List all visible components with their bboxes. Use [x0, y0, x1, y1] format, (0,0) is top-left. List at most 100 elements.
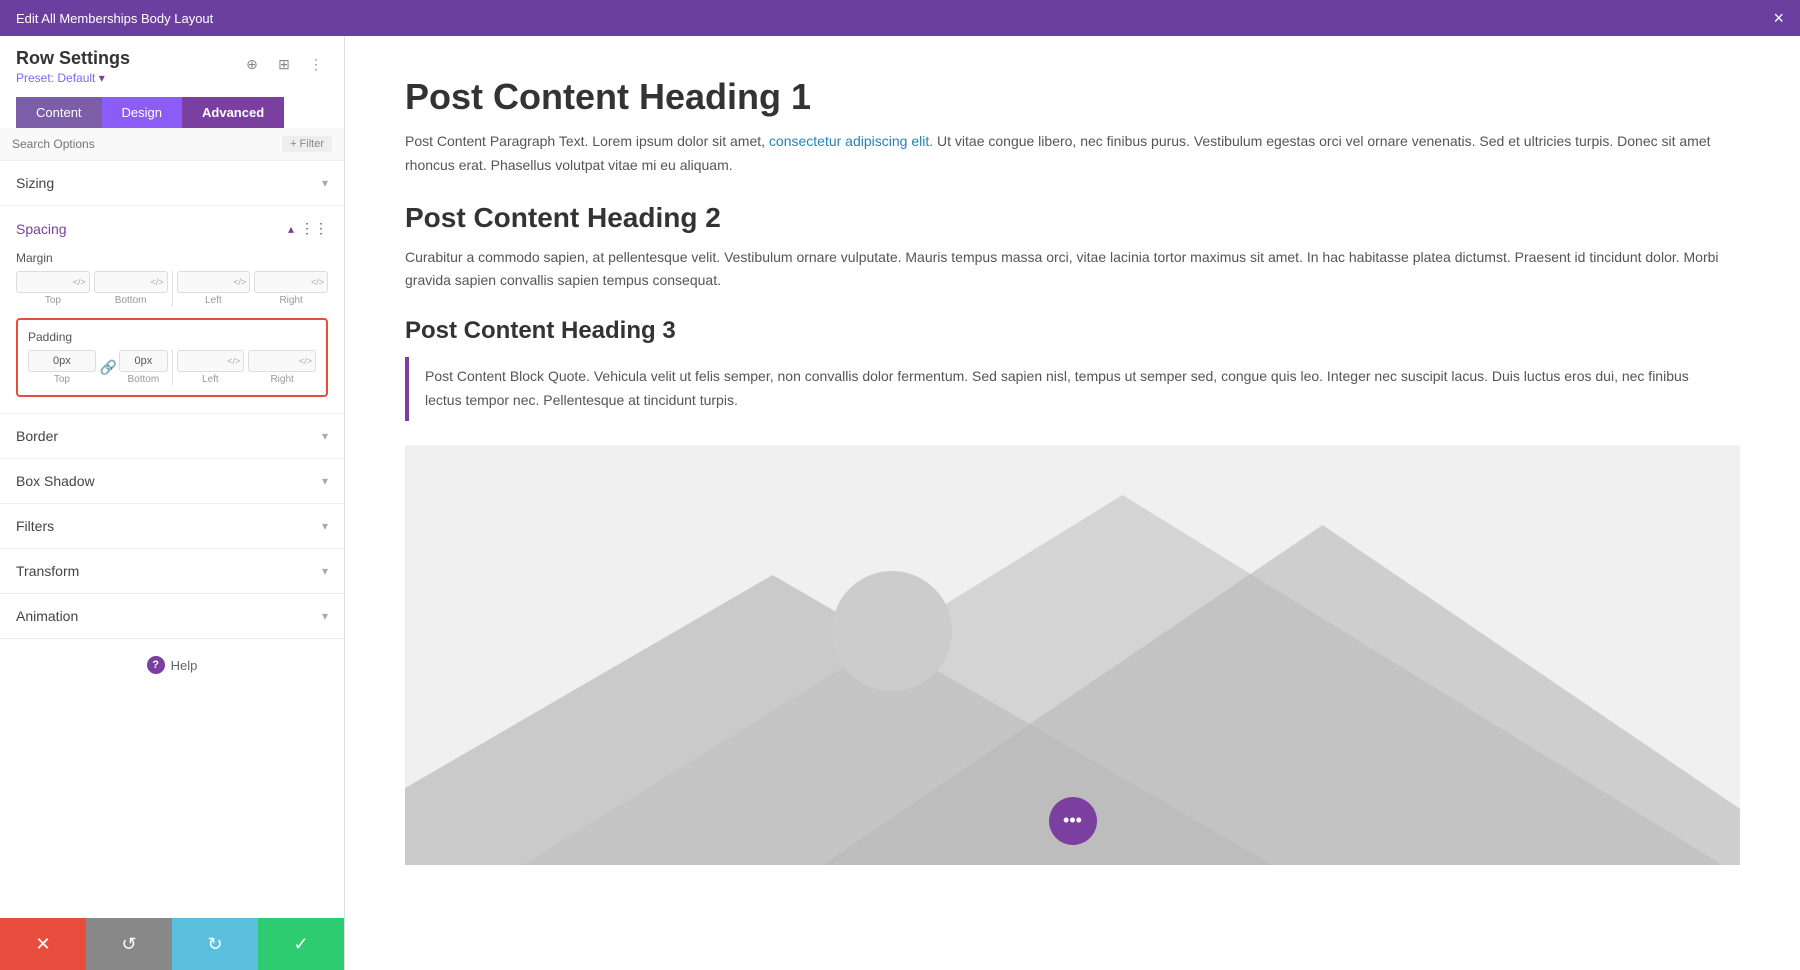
sidebar-body: + Filter Sizing ▾ Spacing ▴ ⋮⋮ — [0, 128, 344, 918]
save-button[interactable]: ✓ — [258, 918, 344, 970]
section-animation-title: Animation — [16, 608, 78, 624]
bottom-bar: ✕ ↺ ↻ ✓ — [0, 918, 344, 970]
margin-left-input[interactable] — [178, 272, 234, 292]
padding-left-wrap: </> Left — [177, 350, 245, 385]
padding-inputs-row: 0px Top 🔗 0px — [28, 350, 316, 385]
padding-top-label: Top — [54, 374, 70, 385]
padding-top-wrap: 0px Top — [28, 350, 96, 385]
padding-lr-group: </> Left </> Right — [177, 350, 317, 385]
target-icon[interactable]: ⊕ — [240, 52, 264, 76]
tab-content[interactable]: Content — [16, 97, 102, 128]
chevron-down-icon: ▾ — [322, 176, 328, 190]
sidebar-header: Row Settings Preset: Default ▾ ⊕ ⊞ ⋮ Con… — [0, 36, 344, 128]
section-sizing-header[interactable]: Sizing ▾ — [0, 161, 344, 205]
content-heading-3: Post Content Heading 3 — [405, 317, 1740, 345]
margin-top-wrap: </> Top — [16, 271, 90, 306]
margin-right-group: </> Left </> Right — [177, 271, 329, 306]
padding-right-wrap: </> Right — [248, 350, 316, 385]
content-heading-1: Post Content Heading 1 — [405, 76, 1740, 118]
content-blockquote: Post Content Block Quote. Vehicula velit… — [405, 357, 1740, 421]
row-settings-title: Row Settings — [16, 48, 130, 69]
section-sizing-title: Sizing — [16, 175, 54, 191]
padding-bottom-input[interactable]: 0px — [120, 351, 166, 371]
redo-button[interactable]: ↻ — [172, 918, 258, 970]
transform-chevron-icon: ▾ — [322, 564, 328, 578]
margin-bottom-input[interactable] — [95, 272, 151, 292]
chevron-up-icon: ▴ — [288, 222, 294, 236]
margin-bottom-wrap: </> Bottom — [94, 271, 168, 306]
section-filters-header[interactable]: Filters ▾ — [0, 504, 344, 548]
margin-top-input[interactable] — [17, 272, 73, 292]
margin-divider — [172, 271, 173, 306]
tab-design[interactable]: Design — [102, 97, 182, 128]
padding-label: Padding — [28, 330, 316, 344]
search-input[interactable] — [12, 137, 276, 151]
top-bar: Edit All Memberships Body Layout × — [0, 0, 1800, 36]
section-filters: Filters ▾ — [0, 504, 344, 549]
section-animation-header[interactable]: Animation ▾ — [0, 594, 344, 638]
margin-group: Margin </> Top — [16, 251, 328, 306]
content-area: Post Content Heading 1 Post Content Para… — [345, 36, 1800, 970]
padding-group: Padding 0px Top 🔗 — [16, 318, 328, 397]
section-animation: Animation ▾ — [0, 594, 344, 639]
filter-button[interactable]: + Filter — [282, 136, 332, 152]
help-button[interactable]: ? Help — [147, 656, 198, 674]
margin-right-input[interactable] — [255, 272, 311, 292]
padding-left-label: Left — [202, 374, 219, 385]
tab-advanced[interactable]: Advanced — [182, 97, 284, 128]
content-paragraph-1: Post Content Paragraph Text. Lorem ipsum… — [405, 130, 1740, 178]
section-box-shadow: Box Shadow ▾ — [0, 459, 344, 504]
tabs: Content Design Advanced — [16, 97, 328, 128]
padding-right-input[interactable] — [249, 351, 299, 371]
section-spacing-title: Spacing — [16, 221, 67, 237]
padding-left-input[interactable] — [178, 351, 228, 371]
padding-bottom-label: Bottom — [128, 374, 160, 385]
content-paragraph-2: Curabitur a commodo sapien, at pellentes… — [405, 246, 1740, 294]
content-link[interactable]: consectetur adipiscing elit. — [769, 133, 933, 149]
help-label: Help — [171, 658, 198, 673]
section-filters-title: Filters — [16, 518, 54, 534]
margin-top-label: Top — [45, 295, 61, 306]
section-spacing: Spacing ▴ ⋮⋮ Margin — [0, 206, 344, 414]
section-border: Border ▾ — [0, 414, 344, 459]
undo-button[interactable]: ↺ — [86, 918, 172, 970]
preset-label[interactable]: Preset: Default ▾ — [16, 71, 130, 85]
placeholder-circle — [832, 571, 952, 691]
search-bar: + Filter — [0, 128, 344, 161]
fab-button[interactable]: ••• — [1049, 797, 1097, 845]
margin-left-label: Left — [205, 295, 222, 306]
help-section: ? Help — [0, 639, 344, 690]
cancel-button[interactable]: ✕ — [0, 918, 86, 970]
section-box-shadow-title: Box Shadow — [16, 473, 95, 489]
section-spacing-header[interactable]: Spacing ▴ ⋮⋮ — [0, 206, 344, 251]
margin-inputs-row: </> Top </> Bottom — [16, 271, 328, 306]
section-transform-header[interactable]: Transform ▾ — [0, 549, 344, 593]
spacing-dots-icon[interactable]: ⋮⋮ — [300, 220, 328, 237]
margin-right-wrap: </> Right — [254, 271, 328, 306]
filters-chevron-icon: ▾ — [322, 519, 328, 533]
margin-left-wrap: </> Left — [177, 271, 251, 306]
padding-right-label: Right — [270, 374, 293, 385]
section-border-header[interactable]: Border ▾ — [0, 414, 344, 458]
help-icon: ? — [147, 656, 165, 674]
section-box-shadow-header[interactable]: Box Shadow ▾ — [0, 459, 344, 503]
section-transform-title: Transform — [16, 563, 79, 579]
box-shadow-chevron-icon: ▾ — [322, 474, 328, 488]
margin-label: Margin — [16, 251, 328, 265]
more-icon[interactable]: ⋮ — [304, 52, 328, 76]
close-icon[interactable]: × — [1773, 9, 1784, 27]
columns-icon[interactable]: ⊞ — [272, 52, 296, 76]
border-chevron-icon: ▾ — [322, 429, 328, 443]
link-icon[interactable]: 🔗 — [100, 358, 117, 378]
top-bar-title: Edit All Memberships Body Layout — [16, 11, 213, 26]
padding-tb-group: 0px Top 🔗 0px — [28, 350, 168, 385]
padding-top-input[interactable]: 0px — [29, 351, 95, 371]
margin-left-group: </> Top </> Bottom — [16, 271, 168, 306]
content-heading-2: Post Content Heading 2 — [405, 202, 1740, 234]
margin-right-label: Right — [279, 295, 302, 306]
margin-bottom-label: Bottom — [115, 295, 147, 306]
section-transform: Transform ▾ — [0, 549, 344, 594]
sidebar: Row Settings Preset: Default ▾ ⊕ ⊞ ⋮ Con… — [0, 36, 345, 970]
spacing-content: Margin </> Top — [0, 251, 344, 413]
spacing-actions: ▴ ⋮⋮ — [288, 220, 328, 237]
